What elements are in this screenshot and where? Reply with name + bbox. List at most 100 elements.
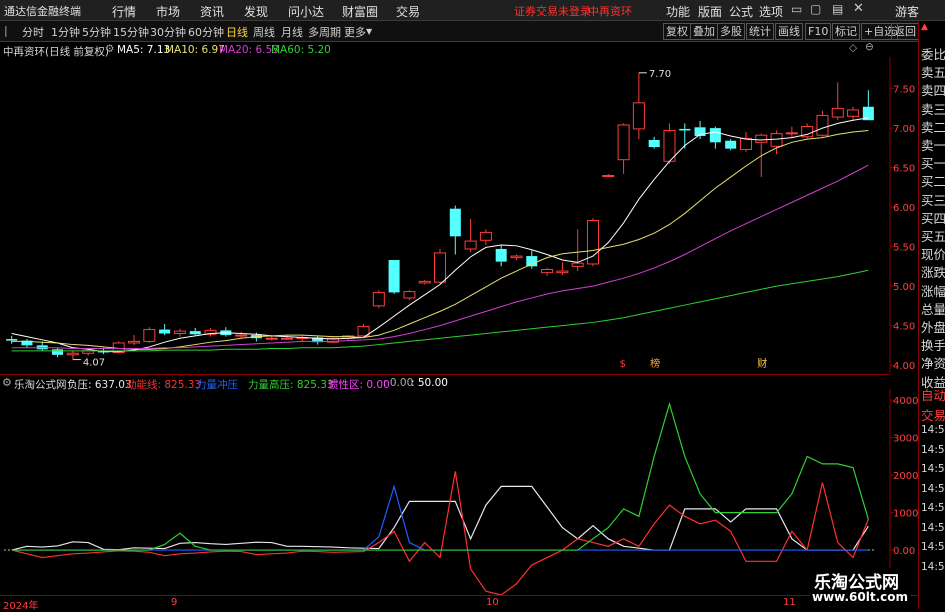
date-label-9: 9 — [171, 597, 178, 608]
quote-item: 买一 — [921, 156, 945, 172]
diejia-button[interactable]: 叠加 — [690, 23, 718, 40]
collapse-icon[interactable]: | — [4, 24, 8, 37]
trade-time: 14:56 — [921, 521, 945, 534]
menu-jiaoyi[interactable]: 交易 — [396, 3, 420, 20]
quote-item: 外盘 — [921, 320, 945, 335]
candle-body — [143, 329, 156, 342]
tab-1min[interactable]: 1分钟 — [51, 24, 80, 40]
tile-icon[interactable]: ▤ — [832, 2, 843, 16]
tab-monthly[interactable]: 月线 — [281, 24, 303, 40]
menu-banmian[interactable]: 版面 — [698, 3, 722, 20]
menu-gongshi[interactable]: 公式 — [729, 3, 753, 20]
low-price-label: 4.07 — [83, 358, 105, 369]
event-mark: 榜 — [650, 357, 660, 370]
candle-body — [464, 240, 477, 250]
indicator-tick-label: 2000 — [893, 471, 918, 482]
candle-body — [388, 260, 400, 293]
menu-hangqing[interactable]: 行情 — [112, 3, 136, 20]
candle-body — [433, 252, 447, 283]
candle-body — [495, 248, 507, 262]
quote-item: 涨跌 — [921, 265, 945, 281]
tab-weekly[interactable]: 周线 — [253, 24, 275, 40]
tab-30min[interactable]: 30分钟 — [150, 24, 186, 40]
price-tick-label: 4.50 — [893, 322, 915, 333]
menu-shichang[interactable]: 市场 — [156, 3, 180, 20]
candle-body — [725, 140, 737, 149]
candle-body — [602, 175, 615, 177]
price-tick-label: 6.00 — [893, 203, 915, 214]
candle-body — [617, 124, 630, 161]
candle-body — [816, 114, 829, 136]
tab-daily[interactable]: 日线 — [226, 24, 248, 40]
quote-item: 买四 — [921, 210, 945, 226]
candle-body — [189, 331, 201, 335]
candle-body — [785, 132, 798, 135]
candle-body — [281, 337, 294, 340]
back-button[interactable]: 返回 — [891, 23, 919, 40]
indicator-tick-label: 4000 — [893, 396, 918, 407]
indicator-tick-label: 0.00 — [893, 546, 915, 557]
trade-time: 14:56 — [921, 424, 945, 436]
candle-body — [479, 231, 492, 241]
candle-body — [679, 128, 691, 131]
quote-side-panel: ▲ 委比 卖五 卖四 卖三 卖二 卖一 买一 买二 买三 买四 买五 现价 涨跌 涨幅 总量 外盘 换手 净资 收益… — [918, 21, 945, 609]
tab-60min[interactable]: 60分钟 — [188, 24, 224, 40]
trade-label: 交易 — [921, 407, 945, 423]
candle-body — [770, 133, 783, 147]
candle-body — [648, 139, 660, 148]
restore-icon[interactable]: ▢ — [810, 2, 821, 16]
tab-multi-period[interactable]: 多周期 — [308, 24, 341, 40]
trade-time: 14:56 — [921, 560, 945, 573]
blank-label-1: : 0.00 — [383, 377, 414, 389]
f10-button[interactable]: F10 — [805, 23, 832, 40]
close-icon[interactable]: ✕ — [853, 1, 864, 16]
guest-label[interactable]: 游客 — [895, 3, 919, 20]
price-tick-label: 5.50 — [893, 243, 915, 254]
trade-time: 14:56 — [921, 482, 945, 495]
candle-body — [541, 269, 554, 274]
minimize-icon[interactable]: ▭ — [791, 2, 802, 16]
biaoji-button[interactable]: 标记 — [832, 23, 860, 40]
price-tick-label: 7.50 — [893, 85, 915, 96]
indicator-settings-icon[interactable]: ⚙ — [2, 376, 12, 389]
candle-body — [265, 337, 278, 340]
menu-xuanxiang[interactable]: 选项 — [759, 3, 783, 20]
price-tick-label: 4.00 — [893, 361, 915, 372]
quote-item: 净资 — [921, 356, 945, 372]
tongji-button[interactable]: 统计 — [746, 23, 774, 40]
trade-time: 14:56 — [921, 443, 945, 456]
tab-5min[interactable]: 5分钟 — [82, 24, 111, 40]
quote-item: 卖一 — [921, 138, 945, 153]
quote-item: 卖三 — [921, 101, 945, 117]
login-notice[interactable]: 证券交易未登录 — [514, 3, 591, 19]
quote-item: 现价 — [921, 247, 945, 263]
menu-zixun[interactable]: 资讯 — [200, 3, 224, 20]
date-label-11: 11 — [783, 597, 796, 608]
menu-faxian[interactable]: 发现 — [244, 3, 268, 20]
huaxian-button[interactable]: 画线 — [775, 23, 803, 40]
fuquan-button[interactable]: 复权 — [663, 23, 691, 40]
indicator-chart[interactable]: 4000 3000 2000 1000 0.00 — [0, 389, 918, 595]
date-axis: 2024年 9 10 11 — [0, 595, 918, 612]
more-chevron-icon[interactable]: ▼ — [366, 27, 372, 36]
ma-line-ma5 — [11, 117, 869, 353]
tab-15min[interactable]: 15分钟 — [113, 24, 149, 40]
menu-caifuquan[interactable]: 财富圈 — [342, 3, 378, 20]
panel-top-marker: ▲ — [921, 22, 928, 32]
duogu-button[interactable]: 多股 — [717, 23, 745, 40]
diamond-icon[interactable]: ◇ — [849, 42, 857, 54]
candle-body — [632, 102, 645, 130]
zoom-out-icon[interactable]: ⊖ — [865, 41, 874, 53]
tab-fenshi[interactable]: 分时 — [22, 24, 44, 40]
candle-body — [709, 128, 721, 143]
quote-item: 涨幅 — [921, 283, 945, 299]
tab-more[interactable]: 更多 — [344, 24, 366, 40]
settings-gear-icon[interactable]: ⚙ — [105, 43, 114, 55]
candlestick-chart[interactable]: 7.50 7.00 6.50 6.00 5.50 5.00 4.50 4.00 7.70 4.07… — [0, 57, 918, 373]
candle-body — [739, 137, 752, 150]
candle-body — [6, 339, 18, 341]
menu-wenxiaoda[interactable]: 问小达 — [288, 3, 324, 20]
indicator-line — [11, 471, 869, 595]
menu-gongneng[interactable]: 功能 — [666, 3, 690, 20]
quote-item: 买三 — [921, 192, 945, 208]
